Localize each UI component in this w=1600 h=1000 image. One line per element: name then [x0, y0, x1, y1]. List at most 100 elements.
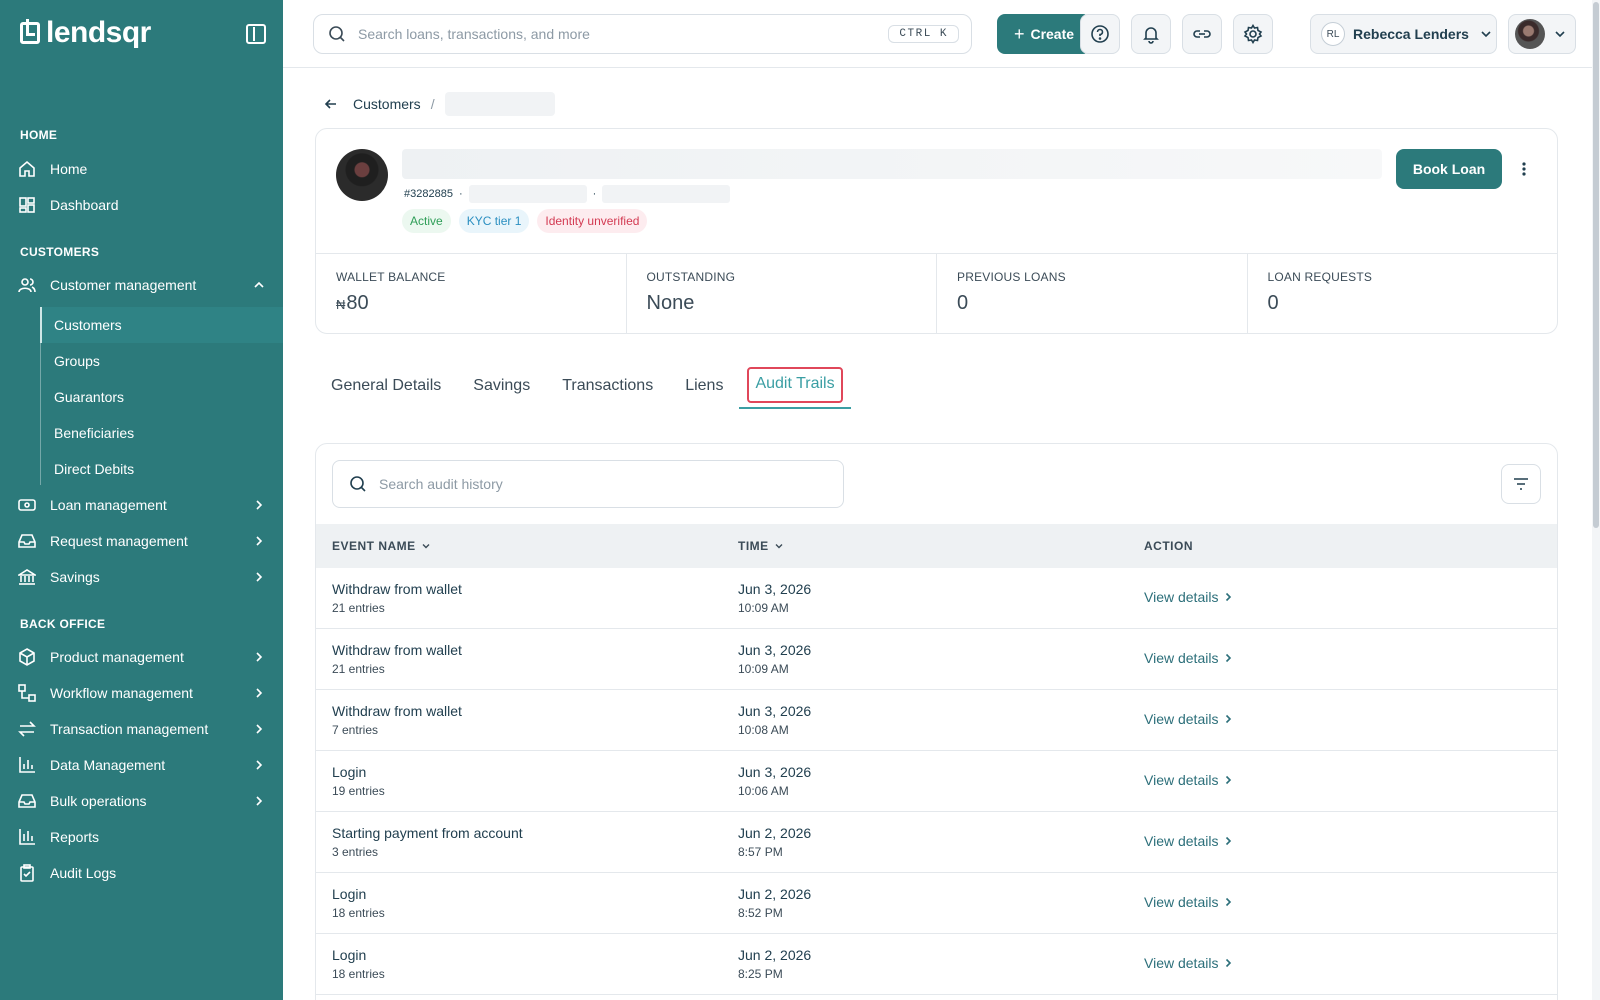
sidebar-item-label: Dashboard — [50, 197, 119, 213]
sidebar-item-data-management[interactable]: Data Management — [0, 747, 283, 783]
sidebar-item-label: Audit Logs — [50, 865, 117, 881]
table-row: Login 19 entries Jun 3, 2026 10:06 AM View… — [316, 751, 1557, 812]
link-button[interactable] — [1182, 14, 1222, 54]
sidebar-item-label: Data Management — [50, 757, 166, 773]
event-date: Jun 2, 2026 — [738, 825, 812, 841]
user-name: Rebecca Lenders — [1353, 26, 1469, 42]
customer-id-line: #3282885 · · — [404, 185, 731, 203]
back-arrow-icon[interactable] — [323, 96, 339, 112]
sidebar-item-label: Bulk operations — [50, 793, 147, 809]
bank-icon — [18, 568, 36, 586]
book-loan-button[interactable]: Book Loan — [1396, 149, 1502, 189]
sidebar-item-home[interactable]: Home — [0, 151, 283, 187]
tab-general-details[interactable]: General Details — [315, 377, 457, 409]
customer-id: #3282885 — [404, 188, 453, 200]
collapse-sidebar-icon[interactable] — [246, 24, 266, 44]
filter-button[interactable] — [1501, 464, 1541, 504]
sidebar-item-product-management[interactable]: Product management — [0, 639, 283, 675]
chevron-right-icon — [256, 724, 263, 734]
sidebar-item-label: Request management — [50, 533, 188, 549]
help-button[interactable] — [1080, 14, 1120, 54]
sidebar-item-bulk-operations[interactable]: Bulk operations — [0, 783, 283, 819]
view-details-link[interactable]: View details — [1144, 650, 1234, 666]
chevron-right-icon — [1226, 714, 1232, 724]
event-date: Jun 3, 2026 — [738, 642, 812, 658]
sidebar-item-request-management[interactable]: Request management — [0, 523, 283, 559]
user-menu[interactable]: RL Rebecca Lenders — [1310, 14, 1497, 54]
sidebar-item-transaction-management[interactable]: Transaction management — [0, 711, 283, 747]
audit-search-input[interactable] — [379, 476, 819, 492]
section-home-title: HOME — [20, 128, 58, 142]
plus-icon: + — [1013, 24, 1025, 44]
sidebar-item-reports[interactable]: Reports — [0, 819, 283, 855]
help-icon — [1091, 25, 1109, 43]
sidebar-subitem-groups[interactable]: Groups — [40, 343, 283, 379]
sidebar-item-loan-management[interactable]: Loan management — [0, 487, 283, 523]
table-row: Withdraw from wallet 21 entries Jun 3, 20… — [316, 629, 1557, 690]
section-customers-title: CUSTOMERS — [20, 245, 100, 259]
tab-liens[interactable]: Liens — [669, 377, 739, 409]
stat-value: 0 — [957, 292, 969, 314]
settings-button[interactable] — [1233, 14, 1273, 54]
sidebar-item-audit-logs[interactable]: Audit Logs — [0, 855, 283, 891]
stat-value: None — [646, 292, 695, 314]
sidebar-item-label: Reports — [50, 829, 100, 845]
notifications-button[interactable] — [1131, 14, 1171, 54]
profile-menu[interactable] — [1508, 14, 1576, 54]
sidebar-item-dashboard[interactable]: Dashboard — [0, 187, 283, 223]
view-details-link[interactable]: View details — [1144, 772, 1234, 788]
event-time: 8:25 PM — [738, 967, 783, 981]
breadcrumb-separator: / — [430, 96, 435, 112]
breadcrumb-customers-link[interactable]: Customers — [353, 96, 421, 112]
sidebar-item-customer-management[interactable]: Customer management — [0, 267, 283, 303]
link-icon — [1193, 30, 1211, 38]
event-entries: 21 entries — [332, 662, 385, 676]
sidebar-item-workflow-management[interactable]: Workflow management — [0, 675, 283, 711]
home-icon — [18, 160, 36, 178]
global-search-input[interactable] — [358, 26, 858, 42]
view-details-label: View details — [1144, 772, 1219, 788]
tab-highlight-box — [747, 367, 843, 403]
currency-symbol: ₦ — [336, 297, 346, 312]
event-entries: 18 entries — [332, 967, 385, 981]
view-details-link[interactable]: View details — [1144, 894, 1234, 910]
chevron-right-icon — [256, 652, 263, 662]
audit-trail-table: EVENT NAME TIME ACTION Withdraw from wal… — [315, 443, 1558, 1000]
sidebar-subitem-customers[interactable]: Customers — [40, 307, 283, 343]
page-scrollbar-thumb[interactable] — [1593, 2, 1599, 528]
chevron-right-icon — [256, 688, 263, 698]
column-event-name[interactable]: EVENT NAME — [316, 539, 730, 553]
chevron-right-icon — [256, 500, 263, 510]
view-details-link[interactable]: View details — [1144, 589, 1234, 605]
separator-dot: · — [592, 188, 597, 200]
sidebar-subitem-direct-debits[interactable]: Direct Debits — [40, 451, 283, 487]
wallet-balance-value: 80 — [346, 292, 369, 314]
audit-search[interactable] — [332, 460, 844, 508]
view-details-link[interactable]: View details — [1144, 955, 1234, 971]
event-name: Login — [332, 886, 367, 902]
avatar — [1515, 19, 1545, 49]
column-label: ACTION — [1144, 539, 1193, 553]
tab-audit-trails[interactable]: Audit Trails — [739, 367, 851, 409]
workflow-icon — [18, 684, 36, 702]
sidebar-item-savings[interactable]: Savings — [0, 559, 283, 595]
event-date: Jun 3, 2026 — [738, 581, 812, 597]
sidebar-subitem-beneficiaries[interactable]: Beneficiaries — [40, 415, 283, 451]
create-button[interactable]: + Create — [997, 14, 1091, 54]
column-time[interactable]: TIME — [730, 539, 1144, 553]
stat-label: OUTSTANDING — [646, 270, 736, 284]
tab-transactions[interactable]: Transactions — [546, 377, 669, 409]
more-options-button[interactable] — [1512, 153, 1536, 185]
view-details-link[interactable]: View details — [1144, 833, 1234, 849]
event-entries: 3 entries — [332, 845, 379, 859]
chevron-right-icon — [1226, 958, 1232, 968]
event-time: 10:09 AM — [738, 601, 789, 615]
table-row: Starting payment from account 3 entries J… — [316, 812, 1557, 873]
global-search[interactable]: CTRL K — [313, 14, 972, 54]
brand-logo[interactable]: lendsqr — [20, 16, 151, 50]
sidebar-item-label: Transaction management — [50, 721, 209, 737]
view-details-link[interactable]: View details — [1144, 711, 1234, 727]
tab-savings[interactable]: Savings — [457, 377, 546, 409]
stat-outstanding: OUTSTANDING None — [627, 254, 937, 333]
sidebar-subitem-guarantors[interactable]: Guarantors — [40, 379, 283, 415]
